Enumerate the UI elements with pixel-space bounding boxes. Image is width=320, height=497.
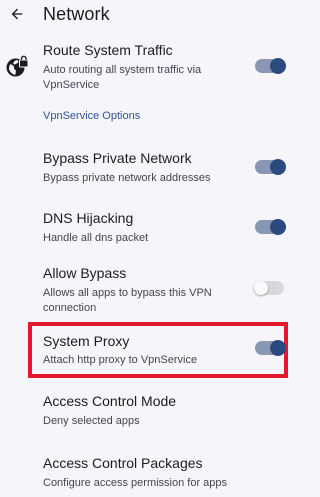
allow-bypass-subtitle: Allows all apps to bypass this VPN conne… (43, 287, 212, 314)
route-system-traffic-subtitle: Auto routing all system traffic via VpnS… (43, 64, 202, 91)
switch-thumb (270, 58, 286, 74)
bypass-private-network-switch[interactable] (255, 159, 286, 175)
bypass-private-network-subtitle: Bypass private network addresses (43, 172, 211, 184)
system-proxy-subtitle: Attach http proxy to VpnService (43, 354, 198, 366)
bypass-private-network-row[interactable]: Bypass Private Network Bypass private ne… (0, 142, 292, 190)
dns-hijacking-row[interactable]: DNS Hijacking Handle all dns packet (0, 202, 292, 250)
access-control-packages-subtitle: Configure access permission for apps (43, 477, 228, 489)
dns-hijacking-subtitle: Handle all dns packet (43, 232, 149, 244)
network-settings-screen: Network Route System Traffic Auto routin… (0, 0, 292, 497)
route-system-traffic-title: Route System Traffic (43, 42, 173, 58)
arrow-back-icon (11, 8, 23, 20)
page-title: Network (43, 4, 110, 24)
back-button[interactable] (6, 3, 28, 25)
access-control-mode-subtitle: Deny selected apps (43, 415, 140, 427)
access-control-packages-row[interactable]: Access Control Packages Configure access… (0, 448, 292, 497)
allow-bypass-switch[interactable] (254, 281, 284, 295)
access-control-mode-title: Access Control Mode (43, 393, 177, 409)
section-header-vpnservice-options: VpnService Options (43, 110, 141, 122)
dns-hijacking-switch[interactable] (255, 219, 286, 235)
switch-thumb (270, 340, 286, 356)
system-proxy-row[interactable]: System Proxy Attach http proxy to VpnSer… (0, 326, 292, 374)
vpn-globe-lock-icon (5, 55, 29, 79)
system-proxy-title: System Proxy (43, 333, 130, 349)
allow-bypass-row[interactable]: Allow Bypass Allows all apps to bypass t… (0, 258, 292, 320)
app-bar: Network (0, 0, 292, 30)
dns-hijacking-title: DNS Hijacking (43, 210, 134, 226)
switch-thumb (270, 219, 286, 235)
access-control-mode-row[interactable]: Access Control Mode Deny selected apps (0, 386, 292, 434)
switch-thumb (254, 281, 268, 295)
allow-bypass-title: Allow Bypass (43, 265, 127, 281)
system-proxy-switch[interactable] (255, 340, 286, 356)
access-control-packages-title: Access Control Packages (43, 455, 203, 471)
bypass-private-network-title: Bypass Private Network (43, 150, 192, 166)
switch-thumb (270, 159, 286, 175)
route-system-traffic-row[interactable]: Route System Traffic Auto routing all sy… (0, 36, 292, 96)
route-system-traffic-switch[interactable] (255, 58, 286, 74)
